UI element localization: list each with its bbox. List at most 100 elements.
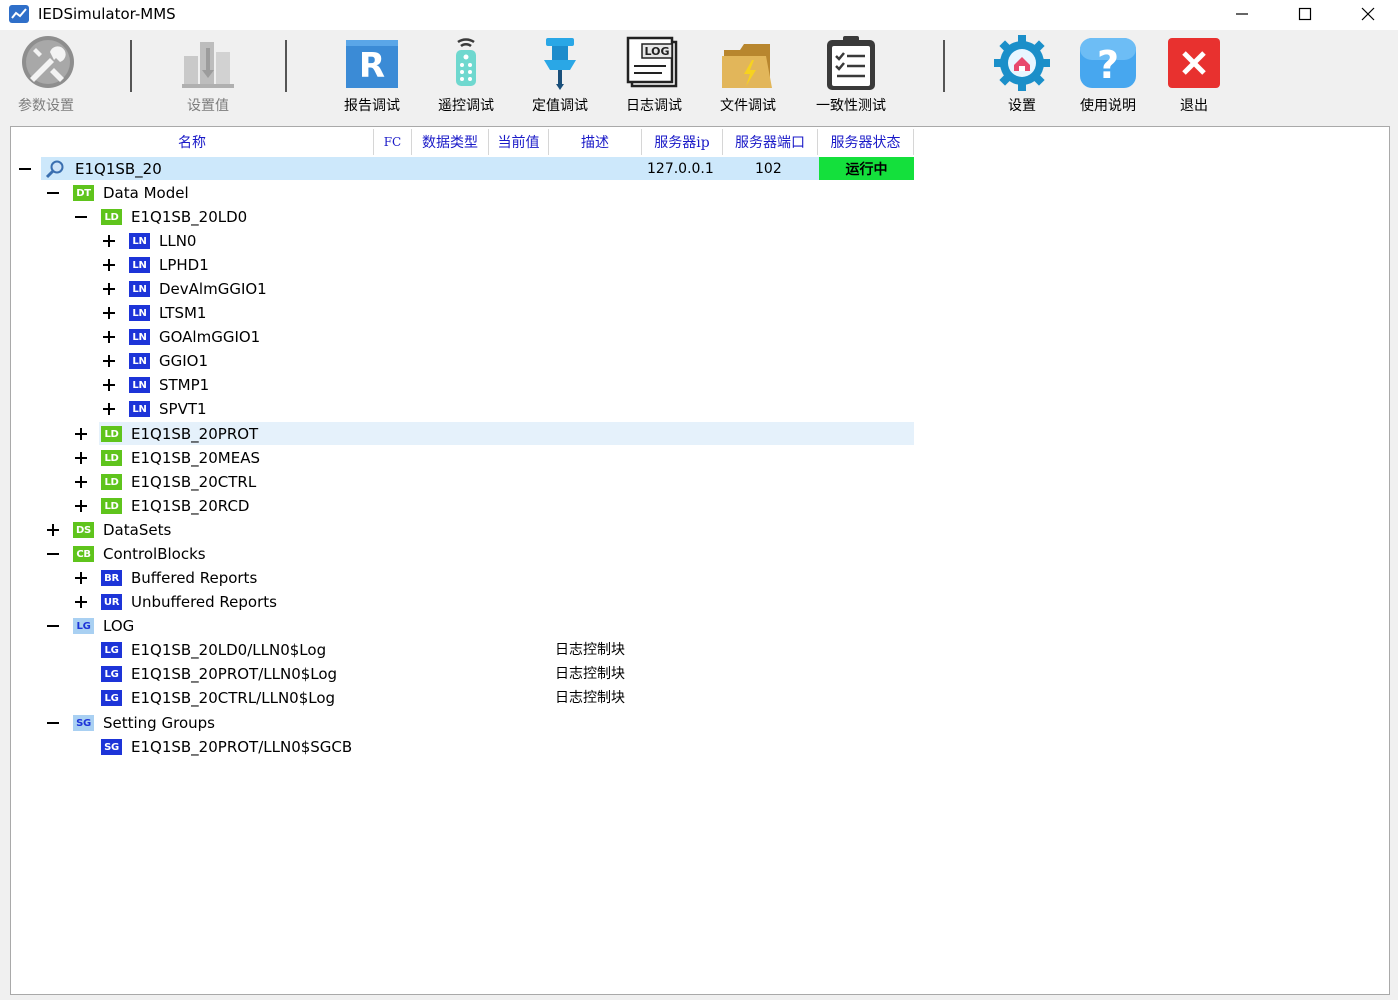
log-debug-button[interactable]: LOG 日志调试	[618, 34, 690, 114]
expand-icon[interactable]	[101, 305, 117, 321]
ln-badge-icon: LN	[129, 233, 150, 249]
ld-badge-icon: LD	[101, 450, 122, 466]
settings-button[interactable]: 设置	[986, 34, 1058, 114]
toolbar-divider	[943, 40, 945, 92]
setting-value-debug-button[interactable]: 定值调试	[524, 34, 596, 114]
toolbar-label: 日志调试	[626, 98, 682, 114]
column-name[interactable]: 名称	[11, 129, 374, 155]
title-bar: IEDSimulator-MMS	[0, 0, 1398, 30]
tree-node-log-control[interactable]: E1Q1SB_20LD0/LLN0$Log	[131, 640, 326, 660]
tree-node-setting-groups[interactable]: Setting Groups	[103, 713, 215, 733]
expand-icon[interactable]	[73, 570, 89, 586]
tree-node-log-control[interactable]: E1Q1SB_20CTRL/LLN0$Log	[131, 688, 335, 708]
report-icon: R	[340, 34, 404, 92]
lg-badge-icon: LG	[101, 666, 122, 682]
tree-node-buffered-reports[interactable]: Buffered Reports	[131, 568, 257, 588]
tree-node-ln[interactable]: LPHD1	[159, 255, 209, 275]
column-current-value[interactable]: 当前值	[489, 129, 549, 155]
svg-text:?: ?	[1097, 43, 1119, 87]
lg-badge-icon: LG	[101, 642, 122, 658]
tree-node-data-model[interactable]: Data Model	[103, 183, 189, 203]
collapse-icon[interactable]	[45, 185, 61, 201]
report-debug-button[interactable]: R 报告调试	[336, 34, 408, 114]
svg-text:R: R	[359, 46, 385, 86]
tree-node-ln[interactable]: DevAlmGGIO1	[159, 279, 267, 299]
collapse-icon[interactable]	[73, 209, 89, 225]
expand-icon[interactable]	[73, 450, 89, 466]
conformance-test-button[interactable]: 一致性测试	[806, 34, 896, 114]
help-button[interactable]: ? 使用说明	[1072, 34, 1144, 114]
expand-icon[interactable]	[73, 426, 89, 442]
toolbar-label: 定值调试	[532, 98, 588, 114]
lg-badge-icon: LG	[73, 618, 94, 634]
tree-node-log[interactable]: LOG	[103, 616, 134, 636]
column-server-ip[interactable]: 服务器ip	[642, 129, 723, 155]
tree-node-control-blocks[interactable]: ControlBlocks	[103, 544, 206, 564]
set-value-button[interactable]: 设置值	[172, 34, 244, 114]
tree-node-ln[interactable]: GOAlmGGIO1	[159, 327, 260, 347]
collapse-icon[interactable]	[45, 618, 61, 634]
tree-node-ln[interactable]: LTSM1	[159, 303, 206, 323]
close-button[interactable]	[1338, 0, 1398, 28]
expand-icon[interactable]	[101, 233, 117, 249]
tree-node-ld[interactable]: E1Q1SB_20RCD	[131, 496, 249, 516]
maximize-button[interactable]	[1275, 0, 1335, 28]
toolbar-divider	[285, 40, 287, 92]
ln-badge-icon: LN	[129, 281, 150, 297]
remote-control-debug-button[interactable]: 遥控调试	[430, 34, 502, 114]
expand-icon[interactable]	[101, 281, 117, 297]
ur-badge-icon: UR	[101, 594, 122, 610]
server-ip-value: 127.0.0.1	[647, 161, 714, 177]
tree-node-ln[interactable]: GGIO1	[159, 351, 208, 371]
collapse-icon[interactable]	[45, 715, 61, 731]
tree-node-ld[interactable]: E1Q1SB_20PROT	[131, 424, 258, 444]
expand-icon[interactable]	[73, 474, 89, 490]
ds-badge-icon: DS	[73, 522, 94, 538]
file-debug-button[interactable]: 文件调试	[712, 34, 784, 114]
expand-icon[interactable]	[73, 498, 89, 514]
expand-icon[interactable]	[101, 329, 117, 345]
tree-node-ld[interactable]: E1Q1SB_20MEAS	[131, 448, 260, 468]
tree-node-ln[interactable]: SPVT1	[159, 399, 207, 419]
toolbar-label: 参数设置	[18, 98, 74, 114]
tree-node-unbuffered-reports[interactable]: Unbuffered Reports	[131, 592, 277, 612]
tree-view[interactable]: 名称 FC 数据类型 当前值 描述 服务器ip 服务器端口 服务器状态 E1Q1…	[10, 126, 1390, 995]
search-icon	[45, 159, 65, 179]
expand-icon[interactable]	[101, 257, 117, 273]
chart-icon	[176, 34, 240, 92]
expand-icon[interactable]	[101, 377, 117, 393]
tree-node-ld[interactable]: E1Q1SB_20LD0	[131, 207, 247, 227]
tree-node-datasets[interactable]: DataSets	[103, 520, 171, 540]
exit-button[interactable]: 退出	[1158, 34, 1230, 114]
minimize-button[interactable]	[1212, 0, 1272, 28]
collapse-icon[interactable]	[17, 161, 33, 177]
remote-icon	[434, 34, 498, 92]
column-fc[interactable]: FC	[374, 129, 412, 155]
ln-badge-icon: LN	[129, 257, 150, 273]
toolbar: 参数设置 设置值 R 报告调试 遥控调试 定值调试 LOG 日志调试 文件调试 …	[0, 30, 1398, 120]
tree-node-ln[interactable]: LLN0	[159, 231, 196, 251]
tree-node-sgcb[interactable]: E1Q1SB_20PROT/LLN0$SGCB	[131, 737, 352, 757]
tree-node-log-control[interactable]: E1Q1SB_20PROT/LLN0$Log	[131, 664, 337, 684]
expand-icon[interactable]	[101, 353, 117, 369]
column-server-port[interactable]: 服务器端口	[723, 129, 818, 155]
column-server-status[interactable]: 服务器状态	[818, 129, 914, 155]
param-settings-button[interactable]: 参数设置	[10, 34, 82, 114]
collapse-icon[interactable]	[45, 546, 61, 562]
tree-node-ld[interactable]: E1Q1SB_20CTRL	[131, 472, 256, 492]
tree-node-ied[interactable]: E1Q1SB_20	[75, 159, 162, 179]
log-icon: LOG	[622, 34, 686, 92]
expand-icon[interactable]	[73, 594, 89, 610]
column-data-type[interactable]: 数据类型	[412, 129, 489, 155]
tree-node-ln[interactable]: STMP1	[159, 375, 209, 395]
pin-icon	[528, 34, 592, 92]
expand-icon[interactable]	[45, 522, 61, 538]
window-title: IEDSimulator-MMS	[38, 5, 176, 23]
column-description[interactable]: 描述	[549, 129, 642, 155]
clipboard-icon	[819, 34, 883, 92]
description-value: 日志控制块	[555, 666, 625, 682]
tree-row-selected[interactable]	[41, 157, 914, 180]
ln-badge-icon: LN	[129, 377, 150, 393]
expand-icon[interactable]	[101, 401, 117, 417]
close-icon	[1361, 7, 1375, 21]
